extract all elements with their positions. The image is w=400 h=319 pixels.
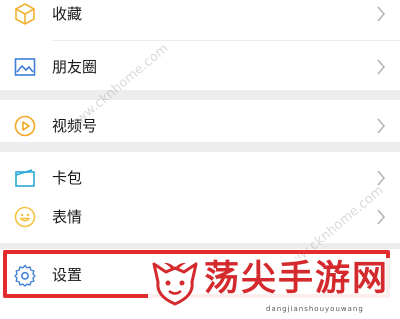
- menu-item-moments[interactable]: 朋友圈: [0, 41, 400, 93]
- channels-play-icon: [14, 115, 36, 137]
- moments-picture-icon: [14, 58, 36, 76]
- menu-item-label: 卡包: [52, 169, 83, 187]
- card-wallet-icon: [15, 169, 35, 187]
- menu-item-label: 收藏: [52, 5, 83, 23]
- menu-item-label: 设置: [52, 266, 83, 284]
- menu-item-label: 视频号: [52, 117, 98, 135]
- chevron-right-icon: [377, 6, 385, 22]
- fox-mascot-icon: [152, 262, 198, 306]
- section-gap: [0, 90, 400, 100]
- menu-item-label: 表情: [52, 208, 83, 226]
- menu-item-label: 朋友圈: [52, 58, 98, 76]
- settings-gear-icon: [14, 264, 36, 287]
- site-name: 荡尖手游网: [204, 258, 390, 299]
- site-url-pinyin: dangjianshouyouwang: [266, 305, 364, 313]
- chevron-right-icon: [377, 118, 385, 134]
- chevron-right-icon: [377, 209, 385, 225]
- chevron-right-icon: [377, 59, 385, 75]
- menu-item-stickers[interactable]: 表情: [0, 191, 400, 243]
- menu-item-favorites[interactable]: 收藏: [0, 0, 400, 40]
- site-logo: 荡尖手游网 dangjianshouyouwang: [148, 258, 400, 319]
- favorites-cube-icon: [15, 3, 35, 25]
- section-gap: [0, 142, 400, 152]
- chevron-right-icon: [377, 170, 385, 186]
- sticker-smiley-icon: [14, 206, 36, 228]
